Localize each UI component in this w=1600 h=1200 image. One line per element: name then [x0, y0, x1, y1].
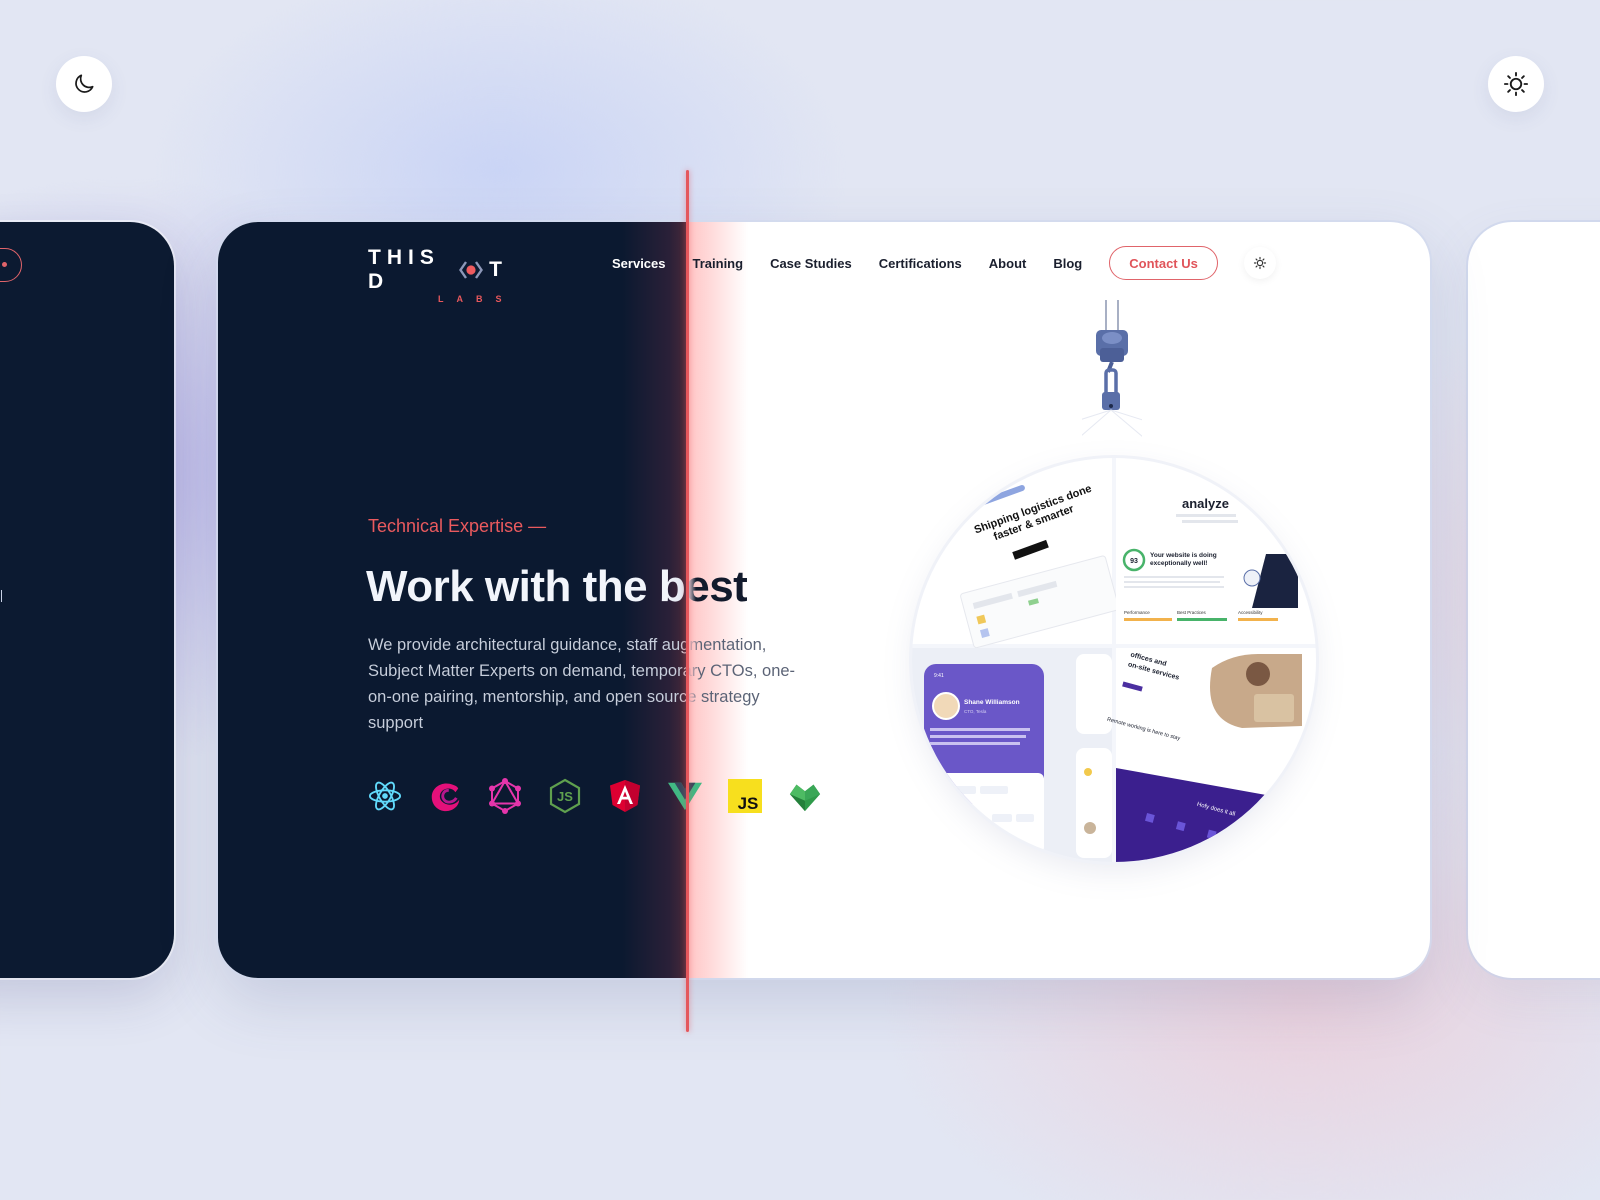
logo-dot-icon: [459, 259, 484, 281]
svg-text:Best Practices: Best Practices: [1177, 610, 1207, 615]
collage-tile-analyzer: analyze 93 Your website is doing excepti…: [1116, 458, 1316, 644]
crane-hook-illustration: [1082, 300, 1142, 437]
angular-icon: [608, 778, 642, 814]
svg-text:Shane Williamson: Shane Williamson: [964, 699, 1020, 706]
svg-text:CTO, Tesla: CTO, Tesla: [964, 709, 987, 714]
main-nav: Services Training Case Studies Certifica…: [612, 246, 1276, 280]
next-slide-card[interactable]: [1468, 222, 1600, 978]
sun-icon: [1253, 256, 1266, 270]
nav-blog[interactable]: Blog: [1053, 256, 1082, 271]
logo-text-left: THIS D: [368, 246, 440, 293]
svg-text:JS: JS: [738, 794, 759, 813]
svg-text:JS: JS: [557, 789, 573, 804]
nav-training[interactable]: Training: [693, 256, 744, 271]
collage-tile-shipping: Shipping logistics done faster & smarter: [912, 458, 1120, 649]
hero-description: We provide architectural guidance, staff…: [368, 632, 808, 736]
moon-icon: [75, 74, 94, 93]
case-studies-collage[interactable]: Shipping logistics done faster & smarter…: [912, 458, 1316, 862]
previous-card-contact-button: [0, 248, 22, 282]
svg-text:Performance: Performance: [1124, 610, 1150, 615]
logo-text-right: T: [489, 258, 508, 281]
logo-subtitle: LABS: [438, 294, 515, 304]
hero-headline: Work with the best: [366, 562, 748, 611]
collage-tile-profile: 9:41 Shane Williamson CTO, Tesla: [912, 648, 1112, 862]
nav-case-studies[interactable]: Case Studies: [770, 256, 852, 271]
technology-icons: JS JS: [368, 778, 822, 814]
nav-services[interactable]: Services: [612, 256, 666, 271]
sun-icon: [1503, 71, 1529, 97]
vue-icon: [668, 778, 702, 814]
thisdot-labs-logo[interactable]: THIS D T LABS: [368, 246, 508, 304]
contact-us-button[interactable]: Contact Us: [1109, 246, 1218, 280]
nav-about[interactable]: About: [989, 256, 1027, 271]
svg-text:analyze: analyze: [1182, 496, 1229, 511]
previous-slide-card[interactable]: [0, 222, 174, 978]
hero-eyebrow: Technical Expertise —: [368, 516, 547, 536]
stencil-heart-icon: [788, 778, 822, 814]
previous-card-fragment: [0, 590, 2, 602]
svg-text:Accessibility: Accessibility: [1238, 610, 1263, 615]
javascript-icon: JS: [728, 778, 762, 814]
rxjs-icon: [428, 778, 462, 814]
svg-text:93: 93: [1130, 558, 1138, 565]
react-icon: [368, 778, 402, 814]
svg-text:exceptionally well!: exceptionally well!: [1150, 560, 1207, 567]
graphql-icon: [488, 778, 522, 814]
comparison-slider-handle[interactable]: [686, 170, 689, 1032]
nav-certifications[interactable]: Certifications: [879, 256, 962, 271]
light-mode-toggle[interactable]: [1488, 56, 1544, 112]
nodejs-icon: JS: [548, 778, 582, 814]
svg-text:9:41: 9:41: [934, 673, 944, 679]
nav-theme-toggle[interactable]: [1243, 247, 1276, 279]
collage-tile-remote: offices and on-site services Remote work…: [1106, 648, 1316, 862]
dark-mode-toggle[interactable]: [56, 56, 112, 112]
website-preview-card: THIS D T LABS Services Training Case Stu…: [218, 222, 1430, 978]
svg-text:Your website is doing: Your website is doing: [1150, 552, 1217, 559]
